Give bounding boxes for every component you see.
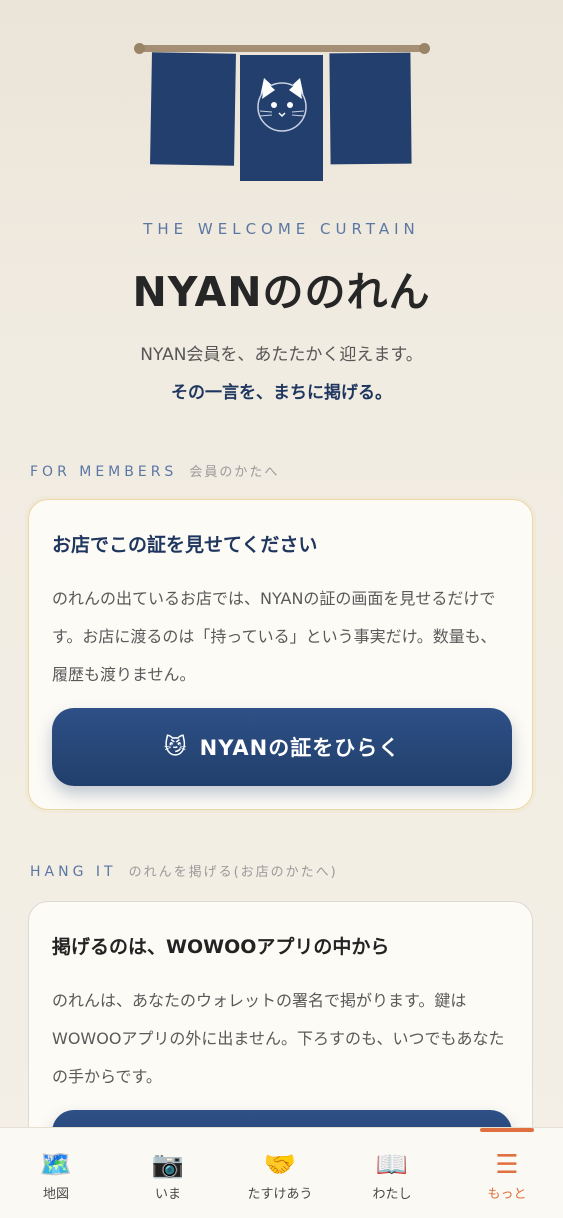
tab-help[interactable]: 🤝 たすけあう — [224, 1128, 336, 1218]
section-label-jp: のれんを掲げる(お店のかたへ) — [128, 865, 338, 880]
tab-me[interactable]: 📖 わたし — [336, 1128, 448, 1218]
curtain-rod-end — [134, 43, 145, 54]
map-icon: 🗺️ — [39, 1150, 73, 1180]
handshake-icon: 🤝 — [263, 1150, 297, 1180]
screen: THE WELCOME CURTAIN NYANののれん NYAN会員を、あたた… — [0, 0, 563, 1218]
curtain-panel-right — [329, 52, 412, 165]
card-title: お店でこの証を見せてください — [52, 534, 318, 556]
open-nyan-proof-button[interactable]: 😼 NYANの証をひらく — [52, 708, 512, 786]
card-body: のれんは、あなたのウォレットの署名で掲がります。鍵はWOWOOアプリの外に出ませ… — [52, 991, 505, 1086]
tagline: THE WELCOME CURTAIN — [143, 220, 420, 238]
tab-label: 地図 — [42, 1187, 69, 1202]
section-label-en: HANG IT — [30, 864, 117, 880]
book-icon: 📖 — [375, 1150, 409, 1180]
camera-icon: 📷 — [151, 1150, 185, 1180]
tab-label: わたし — [372, 1187, 412, 1202]
curtain-rod — [136, 45, 428, 52]
curtain-rod-end — [419, 43, 430, 54]
tab-now[interactable]: 📷 いま — [112, 1128, 224, 1218]
menu-icon: ☰ — [495, 1150, 519, 1180]
section-label-hang: HANG IT のれんを掲げる(お店のかたへ) — [30, 861, 338, 880]
card-title: 掲げるのは、WOWOOアプリの中から — [52, 936, 390, 958]
cat-face-icon — [257, 78, 307, 132]
tab-label: いま — [154, 1187, 181, 1202]
page-title: NYANののれん — [132, 268, 431, 316]
curtain-panel-left — [150, 52, 236, 166]
members-card: お店でこの証を見せてください のれんの出ているお店では、NYANの証の画面を見せ… — [28, 499, 533, 810]
noren-curtain-illustration — [134, 40, 430, 190]
section-label-en: FOR MEMBERS — [30, 464, 178, 480]
tab-label: たすけあう — [247, 1187, 313, 1202]
tab-more[interactable]: ☰ もっと — [451, 1128, 563, 1218]
section-label-jp: 会員のかたへ — [189, 465, 280, 480]
section-label-members: FOR MEMBERS 会員のかたへ — [30, 461, 279, 480]
tab-label: もっと — [487, 1187, 527, 1202]
button-label: NYANの証をひらく — [199, 736, 401, 760]
curtain-panel-center — [240, 55, 323, 181]
tab-map[interactable]: 🗺️ 地図 — [0, 1128, 112, 1218]
bottom-tab-bar: 🗺️ 地図 📷 いま 🤝 たすけあう 📖 わたし ☰ もっと — [0, 1127, 563, 1218]
cat-emoji-icon: 😼 — [163, 734, 188, 760]
subtitle-emphasis: その一言を、まちに掲げる。 — [171, 383, 392, 403]
subtitle: NYAN会員を、あたたかく迎えます。 — [140, 345, 423, 365]
card-body: のれんの出ているお店では、NYANの証の画面を見せるだけです。お店に渡るのは「持… — [52, 589, 497, 684]
